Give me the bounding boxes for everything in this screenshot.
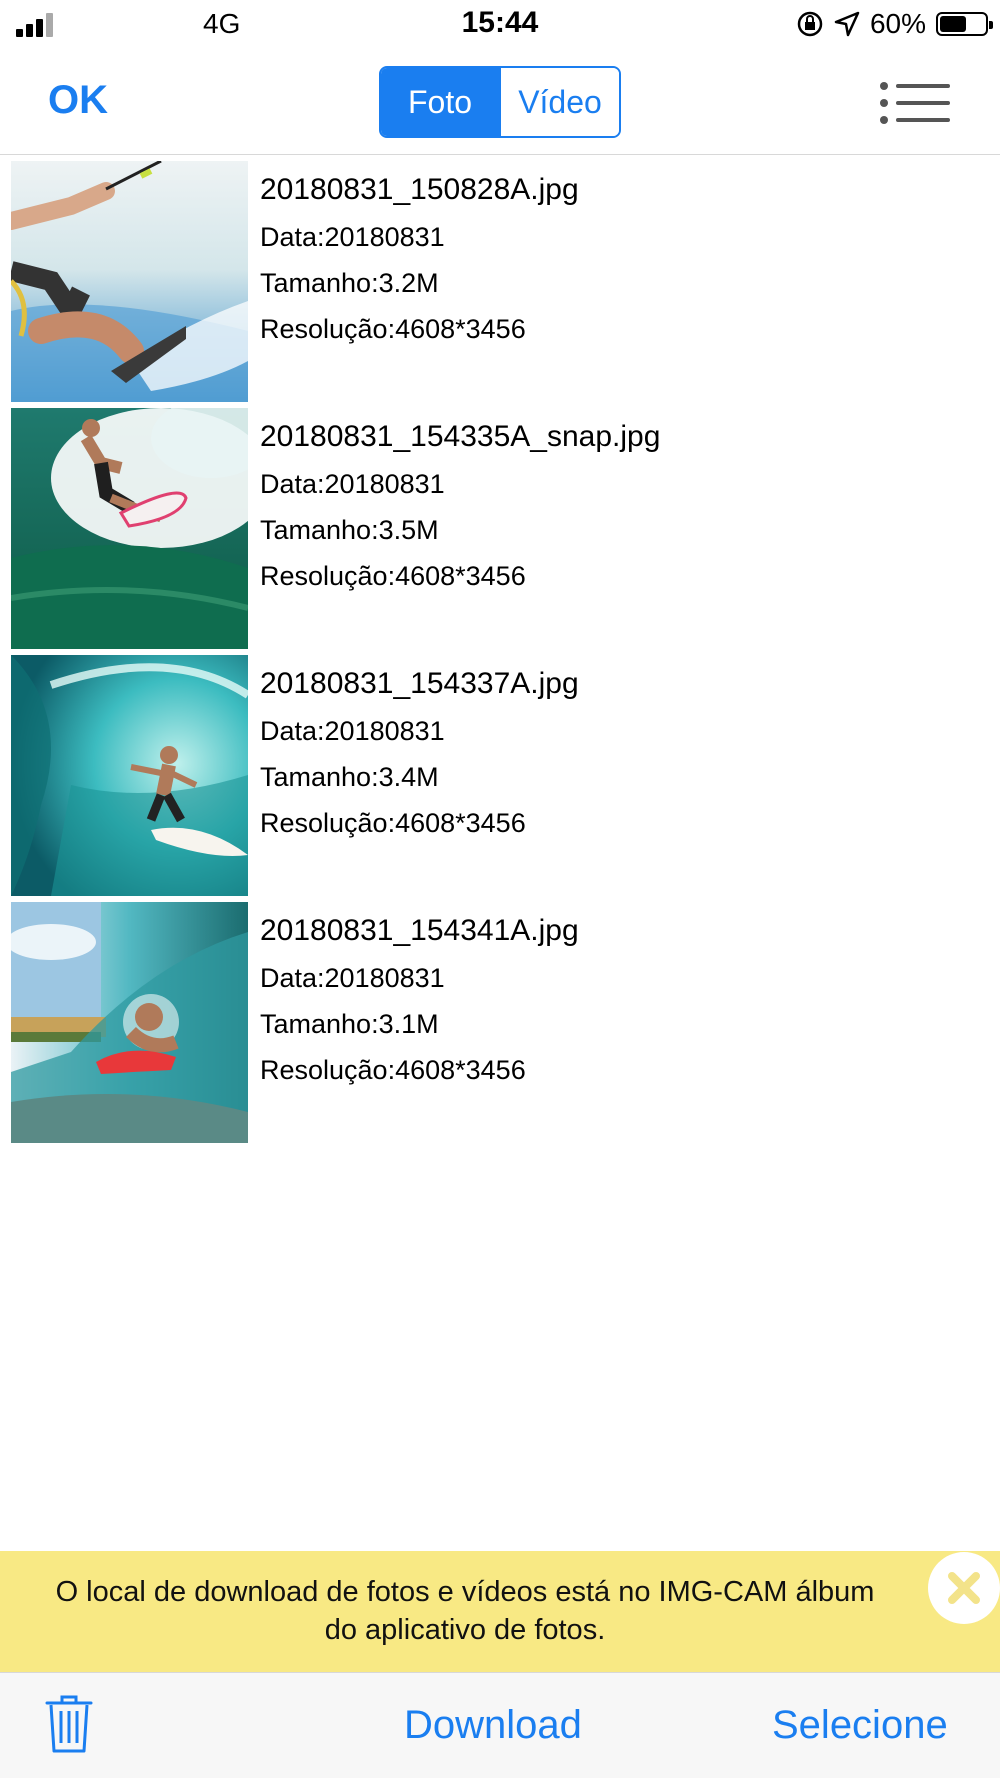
media-type-segmented-control: Foto Vídeo xyxy=(379,66,621,138)
banner-message: O local de download de fotos e vídeos es… xyxy=(0,1573,930,1649)
battery-percent: 60% xyxy=(869,8,926,39)
battery-icon xyxy=(936,12,993,36)
file-info: 20180831_150828A.jpg Data:20180831 Taman… xyxy=(260,166,579,352)
file-name: 20180831_150828A.jpg xyxy=(260,173,579,206)
file-date: Data:20180831 xyxy=(260,963,445,993)
file-date: Data:20180831 xyxy=(260,716,445,746)
file-date: Data:20180831 xyxy=(260,222,445,252)
thumbnail-kitesurf xyxy=(11,161,248,402)
status-right: 60% xyxy=(796,6,993,42)
segment-foto[interactable]: Foto xyxy=(381,68,499,136)
file-resolution: Resolução:4608*3456 xyxy=(260,561,526,591)
file-name: 20180831_154341A.jpg xyxy=(260,914,579,947)
list-item[interactable]: 20180831_154335A_snap.jpg Data:20180831 … xyxy=(0,407,1000,654)
file-size: Tamanho:3.1M xyxy=(260,1009,439,1039)
trash-icon[interactable] xyxy=(45,1693,93,1760)
file-size: Tamanho:3.5M xyxy=(260,515,439,545)
segment-video[interactable]: Vídeo xyxy=(499,68,619,136)
banner-line-1: O local de download de fotos e vídeos es… xyxy=(55,1576,875,1608)
file-date: Data:20180831 xyxy=(260,469,445,499)
bottom-toolbar: Download Selecione xyxy=(0,1672,1000,1778)
select-button[interactable]: Selecione xyxy=(772,1703,948,1748)
nav-bar: OK Foto Vídeo xyxy=(0,52,1000,155)
thumbnail-wave-tube xyxy=(11,655,248,896)
location-arrow-icon xyxy=(834,11,860,37)
file-list: 20180831_150828A.jpg Data:20180831 Taman… xyxy=(0,160,1000,1148)
file-name: 20180831_154337A.jpg xyxy=(260,667,579,700)
file-name: 20180831_154335A_snap.jpg xyxy=(260,420,661,453)
list-item[interactable]: 20180831_154341A.jpg Data:20180831 Taman… xyxy=(0,901,1000,1148)
list-item[interactable]: 20180831_150828A.jpg Data:20180831 Taman… xyxy=(0,160,1000,407)
file-resolution: Resolução:4608*3456 xyxy=(260,808,526,838)
orientation-lock-icon xyxy=(797,11,823,37)
file-resolution: Resolução:4608*3456 xyxy=(260,314,526,344)
close-icon[interactable] xyxy=(928,1552,1000,1624)
list-menu-icon[interactable] xyxy=(880,80,950,126)
status-bar: 4G 15:44 60% xyxy=(0,0,1000,50)
list-item[interactable]: 20180831_154337A.jpg Data:20180831 Taman… xyxy=(0,654,1000,901)
thumbnail-bodyboard xyxy=(11,902,248,1143)
file-size: Tamanho:3.2M xyxy=(260,268,439,298)
ok-button[interactable]: OK xyxy=(48,78,108,123)
app: 4G 15:44 60% OK Foto Vídeo 20180831_1508… xyxy=(0,0,1000,1778)
download-location-banner: O local de download de fotos e vídeos es… xyxy=(0,1551,1000,1672)
banner-line-2: do aplicativo de fotos. xyxy=(324,1614,606,1646)
file-info: 20180831_154335A_snap.jpg Data:20180831 … xyxy=(260,413,660,599)
thumbnail-surf-spray xyxy=(11,408,248,649)
download-button[interactable]: Download xyxy=(404,1703,582,1748)
file-resolution: Resolução:4608*3456 xyxy=(260,1055,526,1085)
file-info: 20180831_154337A.jpg Data:20180831 Taman… xyxy=(260,660,579,846)
file-size: Tamanho:3.4M xyxy=(260,762,439,792)
file-info: 20180831_154341A.jpg Data:20180831 Taman… xyxy=(260,907,579,1093)
